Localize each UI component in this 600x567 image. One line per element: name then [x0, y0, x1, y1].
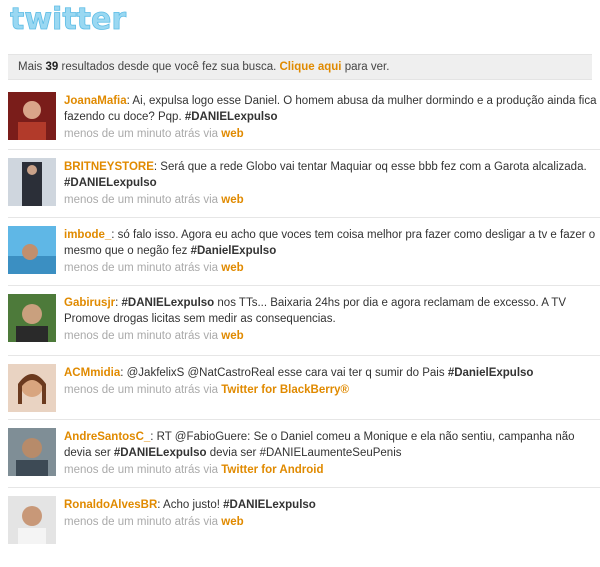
hashtag-link[interactable]: #DANIELexpulso: [122, 297, 215, 309]
source-link[interactable]: web: [221, 516, 243, 528]
notice-count: 39: [45, 61, 59, 73]
timestamp[interactable]: menos de um minuto atrás: [64, 516, 200, 528]
timestamp[interactable]: menos de um minuto atrás: [64, 464, 200, 476]
tweet-meta: menos de um minuto atrás via Twitter for…: [64, 384, 600, 396]
tweet-body: : só falo isso. Agora eu acho que voces …: [64, 229, 596, 257]
username-link[interactable]: imbode_: [64, 229, 111, 241]
timestamp[interactable]: menos de um minuto atrás: [64, 384, 200, 396]
tweet-meta: menos de um minuto atrás via web: [64, 516, 600, 528]
tweet-item: imbode_: só falo isso. Agora eu acho que…: [8, 218, 600, 286]
timestamp[interactable]: menos de um minuto atrás: [64, 330, 200, 342]
avatar[interactable]: [8, 428, 56, 476]
hashtag-link[interactable]: #DanielExpulso: [191, 245, 277, 257]
avatar[interactable]: [8, 92, 56, 140]
tweet-body: : @JakfelixS @NatCastroReal esse cara va…: [120, 367, 448, 379]
source-link[interactable]: web: [221, 128, 243, 140]
username-link[interactable]: Gabirusjr: [64, 297, 115, 309]
source-link[interactable]: web: [221, 194, 243, 206]
tweet-meta: menos de um minuto atrás via web: [64, 262, 600, 274]
source-link[interactable]: Twitter for BlackBerry®: [221, 384, 349, 396]
source-link[interactable]: web: [221, 330, 243, 342]
avatar[interactable]: [8, 364, 56, 412]
via-label: via: [203, 262, 219, 274]
via-label: via: [203, 464, 219, 476]
source-link[interactable]: web: [221, 262, 243, 274]
hashtag-link[interactable]: #DanielExpulso: [448, 367, 534, 379]
tweet-meta: menos de um minuto atrás via web: [64, 128, 600, 140]
tweet-meta: menos de um minuto atrás via web: [64, 330, 600, 342]
notice-prefix: Mais: [18, 61, 43, 73]
via-label: via: [203, 128, 219, 140]
tweet-list: JoanaMafia: Ai, expulsa logo esse Daniel…: [8, 84, 600, 554]
click-here-link[interactable]: Clique aqui: [280, 61, 342, 73]
hashtag-link[interactable]: #DANIELexpulso: [223, 499, 316, 511]
username-link[interactable]: RonaldoAlvesBR: [64, 499, 157, 511]
new-results-notice: Mais 39 resultados desde que você fez su…: [8, 54, 592, 80]
twitter-logo[interactable]: twitter: [8, 2, 138, 36]
username-link[interactable]: BRITNEYSTORE: [64, 161, 154, 173]
tweet-meta: menos de um minuto atrás via Twitter for…: [64, 464, 600, 476]
username-link[interactable]: AndreSantosC_: [64, 431, 150, 443]
hashtag-link[interactable]: #DANIELexpulso: [185, 111, 278, 123]
avatar[interactable]: [8, 496, 56, 544]
avatar[interactable]: [8, 226, 56, 274]
logo-text: twitter: [10, 2, 126, 36]
timestamp[interactable]: menos de um minuto atrás: [64, 194, 200, 206]
tweet-item: ACMmidia: @JakfelixS @NatCastroReal esse…: [8, 356, 600, 420]
avatar[interactable]: [8, 294, 56, 342]
via-label: via: [203, 194, 219, 206]
timestamp[interactable]: menos de um minuto atrás: [64, 262, 200, 274]
via-label: via: [203, 516, 219, 528]
username-link[interactable]: ACMmidia: [64, 367, 120, 379]
tweet-body-after: devia ser #DANIELaumenteSeuPenis: [206, 447, 402, 459]
tweet-item: Gabirusjr: #DANIELexpulso nos TTs... Bai…: [8, 286, 600, 356]
tweet-item: JoanaMafia: Ai, expulsa logo esse Daniel…: [8, 84, 600, 150]
tweet-body: : Será que a rede Globo vai tentar Maqui…: [153, 161, 587, 173]
via-label: via: [203, 384, 219, 396]
tweet-item: BRITNEYSTORE: Será que a rede Globo vai …: [8, 150, 600, 218]
avatar[interactable]: [8, 158, 56, 206]
hashtag-link[interactable]: #DANIELexpulso: [114, 447, 207, 459]
tweet-body: : Acho justo!: [157, 499, 224, 511]
notice-middle: resultados desde que você fez sua busca.: [61, 61, 277, 73]
hashtag-link[interactable]: #DANIELexpulso: [64, 177, 157, 189]
tweet-item: AndreSantosC_: RT @FabioGuere: Se o Dani…: [8, 420, 600, 488]
tweet-item: RonaldoAlvesBR: Acho justo! #DANIELexpul…: [8, 488, 600, 554]
notice-suffix: para ver.: [344, 61, 390, 73]
tweet-body: : Ai, expulsa logo esse Daniel. O homem …: [64, 95, 597, 123]
timestamp[interactable]: menos de um minuto atrás: [64, 128, 200, 140]
source-link[interactable]: Twitter for Android: [221, 464, 323, 476]
tweet-meta: menos de um minuto atrás via web: [64, 194, 600, 206]
via-label: via: [203, 330, 219, 342]
username-link[interactable]: JoanaMafia: [64, 95, 127, 107]
